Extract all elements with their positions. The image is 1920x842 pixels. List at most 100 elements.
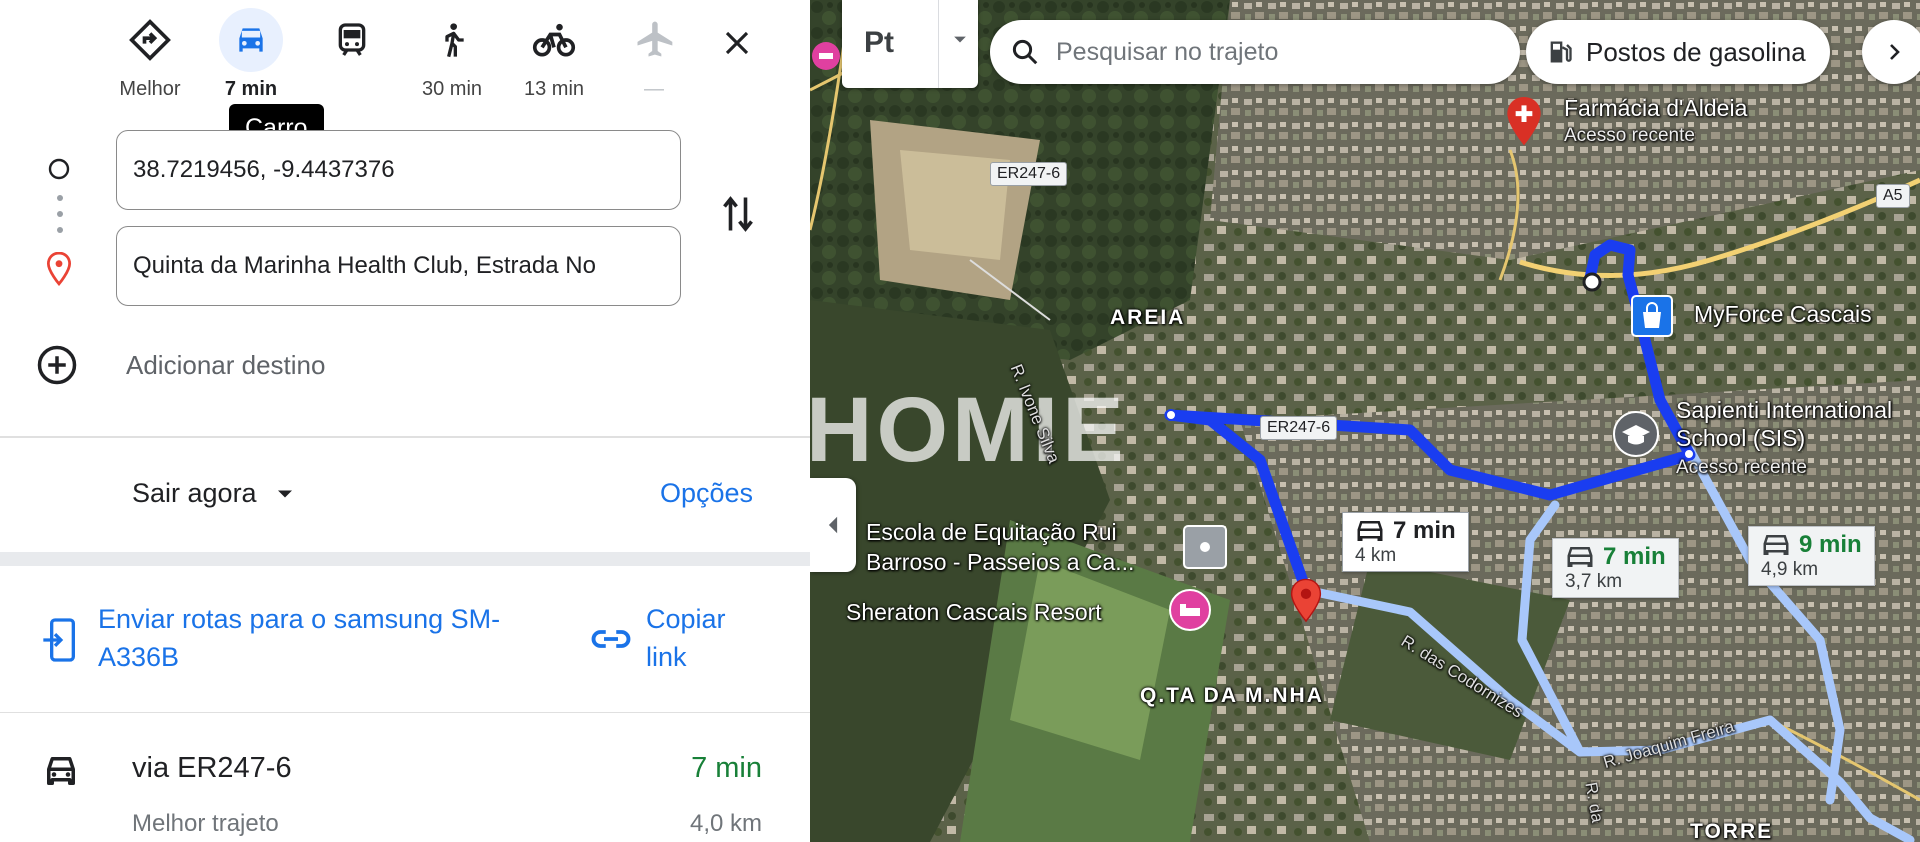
place-label-myforce[interactable]: MyForce Cascais bbox=[1694, 300, 1872, 328]
place-label-escola-line2[interactable]: Barroso - Passeios a Ca... bbox=[866, 548, 1134, 576]
mode-car[interactable]: 7 min bbox=[201, 8, 301, 100]
mode-walk-label: 30 min bbox=[421, 78, 483, 100]
mode-walk[interactable]: 30 min bbox=[402, 8, 502, 100]
chevron-left-icon bbox=[828, 516, 838, 534]
search-icon bbox=[1012, 39, 1038, 65]
car-icon bbox=[1763, 535, 1789, 555]
divider bbox=[0, 712, 810, 713]
destination-pin-icon bbox=[46, 251, 72, 291]
hotel-pin-icon[interactable] bbox=[1168, 588, 1212, 636]
route-waypoint-dot bbox=[1165, 409, 1177, 421]
route-dots-icon bbox=[56, 194, 64, 243]
mode-car-label: 7 min bbox=[224, 78, 278, 100]
route-time: 7 min bbox=[691, 752, 762, 784]
gas-stations-label: Postos de gasolina bbox=[1586, 36, 1806, 67]
options-button[interactable]: Opções bbox=[660, 478, 753, 509]
mode-flight[interactable]: — bbox=[604, 8, 704, 100]
callout-distance: 4,9 km bbox=[1761, 559, 1819, 580]
car-icon bbox=[1357, 521, 1383, 541]
section-separator bbox=[0, 552, 810, 566]
mode-bike[interactable]: 13 min bbox=[504, 8, 604, 100]
place-label-sapienti-line1[interactable]: Sapienti International bbox=[1676, 396, 1892, 424]
airplane-icon bbox=[622, 8, 686, 72]
bicycle-icon bbox=[522, 8, 586, 72]
car-icon bbox=[219, 8, 283, 72]
callout-time: 7 min bbox=[1393, 517, 1456, 544]
close-button[interactable] bbox=[712, 18, 762, 68]
send-to-phone-label: Enviar rotas para o samsung SM-A336B bbox=[98, 604, 501, 672]
add-circle-icon bbox=[37, 345, 77, 385]
destination-input[interactable]: Quinta da Marinha Health Club, Estrada N… bbox=[116, 226, 681, 306]
place-label-escola-line1[interactable]: Escola de Equitação Rui bbox=[866, 518, 1117, 546]
place-label-sapienti-line2[interactable]: School (SIS) bbox=[1676, 424, 1805, 452]
area-label-areia: AREIA bbox=[1110, 306, 1186, 329]
pharmacy-pin-icon[interactable] bbox=[1504, 95, 1544, 149]
hotel-pin-icon[interactable] bbox=[812, 36, 840, 76]
origin-input[interactable]: 38.7219456, -9.4437376 bbox=[116, 130, 681, 210]
add-destination-row[interactable]: Adicionar destino bbox=[36, 340, 325, 390]
link-icon bbox=[591, 630, 631, 648]
road-shield: A5 bbox=[1876, 184, 1910, 208]
mode-flight-label: — bbox=[644, 78, 664, 100]
search-placeholder: Pesquisar no trajeto bbox=[1056, 37, 1279, 66]
chips-next-button[interactable] bbox=[1862, 20, 1920, 84]
shopping-bag-icon[interactable] bbox=[1630, 294, 1674, 338]
swap-arrows-icon bbox=[723, 196, 753, 232]
equestrian-pin-icon[interactable] bbox=[1182, 524, 1228, 570]
route-callout-alt-2[interactable]: 9 min 4,9 km bbox=[1748, 526, 1875, 586]
route-subtitle: Melhor trajeto bbox=[132, 810, 279, 837]
place-label-sheraton[interactable]: Sheraton Cascais Resort bbox=[846, 598, 1102, 626]
place-sublabel-sapienti: Acesso recente bbox=[1676, 457, 1807, 478]
send-to-phone-button[interactable]: Enviar rotas para o samsung SM-A336B bbox=[40, 600, 518, 676]
divider bbox=[938, 0, 939, 88]
route-callout-primary[interactable]: 7 min 4 km bbox=[1342, 512, 1469, 572]
walking-icon bbox=[420, 8, 484, 72]
area-label-quinta: Q.TA DA M.NHA bbox=[1140, 684, 1324, 707]
caret-down-icon[interactable] bbox=[950, 30, 970, 50]
copy-link-label: Copiar link bbox=[646, 604, 726, 672]
mode-best[interactable]: Melhor bbox=[100, 8, 200, 100]
origin-circle-icon bbox=[48, 158, 70, 185]
school-pin-icon[interactable] bbox=[1612, 410, 1660, 458]
place-sublabel-farmacia: Acesso recente bbox=[1564, 125, 1695, 146]
add-destination-label: Adicionar destino bbox=[126, 349, 326, 380]
send-to-device-icon bbox=[43, 618, 75, 662]
depart-label: Sair agora bbox=[132, 478, 257, 508]
area-label-torre: TORRE bbox=[1690, 820, 1774, 842]
layer-label: Pt bbox=[864, 26, 894, 59]
route-via: via ER247-6 bbox=[132, 752, 292, 784]
caret-down-icon bbox=[277, 490, 292, 497]
route-distance: 4,0 km bbox=[689, 810, 762, 837]
car-icon bbox=[47, 757, 75, 785]
copy-link-button[interactable]: Copiar link bbox=[590, 600, 746, 676]
road-shield: ER247-6 bbox=[1260, 416, 1338, 440]
car-icon bbox=[1567, 547, 1593, 567]
gas-station-icon bbox=[1550, 41, 1572, 63]
map-canvas[interactable]: HOMIE Pt Pesquisar no trajeto Postos de … bbox=[810, 0, 1920, 842]
mode-best-label: Melhor bbox=[119, 78, 181, 100]
depart-dropdown[interactable]: Sair agora bbox=[132, 478, 299, 509]
chevron-right-icon bbox=[1890, 44, 1900, 60]
route-callout-alt-1[interactable]: 7 min 3,7 km bbox=[1552, 538, 1679, 598]
callout-distance: 3,7 km bbox=[1565, 571, 1623, 592]
close-icon bbox=[725, 31, 749, 55]
train-icon bbox=[320, 8, 384, 72]
divider bbox=[0, 436, 810, 438]
route-start-dot bbox=[1582, 272, 1602, 292]
route-option[interactable]: via ER247-6 7 min Melhor trajeto 4,0 km bbox=[0, 730, 810, 842]
directions-panel: Melhor 7 min 30 min 13 min — Carro 38.72… bbox=[0, 0, 810, 842]
callout-time: 7 min bbox=[1603, 543, 1666, 570]
layers-button[interactable]: Pt bbox=[842, 0, 978, 88]
collapse-panel-button[interactable] bbox=[810, 478, 856, 572]
mode-transit[interactable] bbox=[302, 8, 402, 100]
road-shield: ER247-6 bbox=[990, 162, 1068, 186]
gas-stations-chip[interactable]: Postos de gasolina bbox=[1526, 20, 1830, 84]
swap-button[interactable] bbox=[716, 188, 760, 240]
diamond-turn-icon bbox=[118, 8, 182, 72]
mode-bike-label: 13 min bbox=[523, 78, 585, 100]
watermark: HOMIE bbox=[810, 379, 1128, 481]
destination-marker-icon[interactable] bbox=[1288, 578, 1324, 624]
search-along-route[interactable]: Pesquisar no trajeto bbox=[990, 20, 1520, 84]
callout-time: 9 min bbox=[1799, 531, 1862, 558]
place-label-farmacia[interactable]: Farmácia d'Aldeia bbox=[1564, 94, 1747, 122]
